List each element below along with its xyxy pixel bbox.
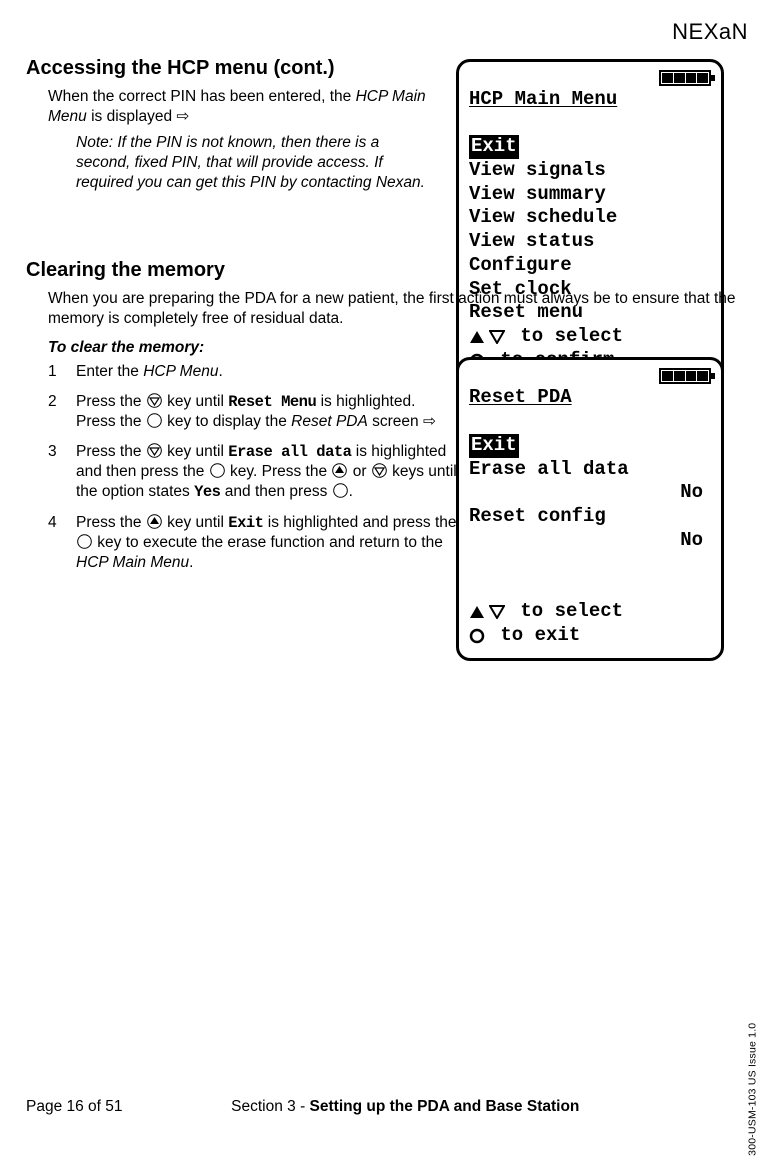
step-2-mono1: Reset Menu <box>228 393 316 411</box>
step-3-h: . <box>349 483 353 500</box>
step-3: 3 Press the key until Erase all data is … <box>48 442 458 502</box>
step-4-d: key to execute the erase function and re… <box>93 534 443 551</box>
lcd1-title: HCP Main Menu <box>469 88 711 112</box>
section-2-intro: When you are preparing the PDA for a new… <box>48 289 772 329</box>
circle-key-icon <box>210 463 225 478</box>
step-3-mono1: Erase all data <box>228 443 351 461</box>
section-1-note: Note: If the PIN is not known, then ther… <box>76 133 436 193</box>
battery-icon <box>469 70 711 86</box>
step-3-g: and then press <box>220 483 331 500</box>
step-1-a: Enter the <box>76 363 143 380</box>
step-4: 4 Press the key until Exit is highlighte… <box>48 513 458 573</box>
section-1-para: When the correct PIN has been entered, t… <box>48 87 448 127</box>
down-outline-icon <box>489 605 505 619</box>
step-4-num: 4 <box>48 513 76 573</box>
s1-para-b: is displayed <box>87 108 177 125</box>
lcd1-item-exit: Exit <box>469 135 519 159</box>
step-3-b: key until <box>163 443 228 460</box>
lcd2-item-erase-value: No <box>469 481 711 505</box>
step-3-a: Press the <box>76 443 146 460</box>
footer-section-title: Setting up the PDA and Base Station <box>310 1098 580 1115</box>
step-2-arrow-icon: ⇨ <box>423 413 436 430</box>
brand-logo: NEXaN <box>26 18 748 47</box>
step-4-mono1: Exit <box>228 514 263 532</box>
section-2-subhead: To clear the memory: <box>48 338 772 358</box>
step-4-b: key until <box>163 514 228 531</box>
step-1: 1 Enter the HCP Menu. <box>48 362 458 382</box>
lcd2-title: Reset PDA <box>469 386 711 410</box>
s1-para-a: When the correct PIN has been entered, t… <box>48 88 356 105</box>
down-outline-key-icon <box>147 443 162 458</box>
document-id-label: 300-USM-103 US Issue 1.0 <box>746 1023 760 1156</box>
step-1-b: . <box>218 363 222 380</box>
step-4-e: . <box>189 554 193 571</box>
page-number: Page 16 of 51 <box>26 1097 123 1117</box>
step-1-it: HCP Menu <box>143 363 218 380</box>
step-2-it: Reset PDA <box>291 413 368 430</box>
step-1-num: 1 <box>48 362 76 382</box>
lcd1-item-view-schedule: View schedule <box>469 206 711 230</box>
step-2: 2 Press the key until Reset Menu is high… <box>48 392 458 432</box>
lcd1-item-view-status: View status <box>469 230 711 254</box>
lcd1-item-view-signals: View signals <box>469 159 711 183</box>
step-3-mono2: Yes <box>194 483 220 501</box>
battery-icon <box>469 368 711 384</box>
lcd1-item-view-summary: View summary <box>469 183 711 207</box>
lcd2-item-exit: Exit <box>469 434 519 458</box>
circle-key-icon <box>333 483 348 498</box>
circle-key-icon <box>147 413 162 428</box>
step-3-e: or <box>348 463 370 480</box>
circle-outline-icon <box>469 628 485 644</box>
lcd-screen-reset-pda: Reset PDA Exit Erase all data No Reset c… <box>456 357 724 660</box>
step-4-a: Press the <box>76 514 146 531</box>
page-footer: Page 16 of 51 Section 3 - Setting up the… <box>26 1097 748 1117</box>
lcd2-help1: to select <box>509 600 623 624</box>
lcd2-item-erase: Erase all data <box>469 458 711 482</box>
lcd2-item-reset-config: Reset config <box>469 505 711 529</box>
up-solid-key-icon <box>332 463 347 478</box>
section-2-title: Clearing the memory <box>26 257 748 283</box>
circle-key-icon <box>77 534 92 549</box>
step-4-it: HCP Main Menu <box>76 554 189 571</box>
arrow-icon: ⇨ <box>176 108 189 125</box>
step-2-b: key until <box>163 393 228 410</box>
lcd2-item-reset-config-value: No <box>469 529 711 553</box>
step-2-num: 2 <box>48 392 76 432</box>
step-2-d: key to display the <box>163 413 291 430</box>
step-4-c: is highlighted and press the <box>263 514 456 531</box>
down-outline-key-icon <box>147 393 162 408</box>
footer-section-prefix: Section 3 - <box>231 1098 309 1115</box>
step-2-e: screen <box>368 413 423 430</box>
down-outline-key-icon <box>372 463 387 478</box>
step-2-a: Press the <box>76 393 146 410</box>
step-3-num: 3 <box>48 442 76 502</box>
step-3-d: key. Press the <box>226 463 332 480</box>
up-solid-key-icon <box>147 514 162 529</box>
lcd2-help2: to exit <box>489 624 580 648</box>
up-solid-icon <box>469 605 485 619</box>
